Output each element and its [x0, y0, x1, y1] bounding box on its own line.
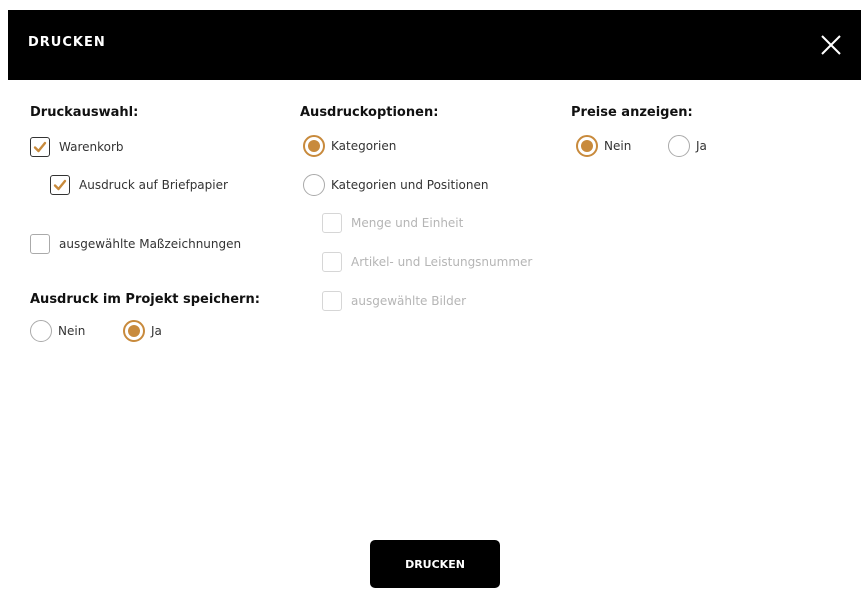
masszeichnungen-checkbox[interactable] [30, 234, 50, 254]
preise-ja-label: Ja [696, 139, 707, 153]
projekt-ja-radio[interactable] [123, 320, 145, 342]
kategorien-radio[interactable] [303, 135, 325, 157]
briefpapier-checkbox[interactable] [50, 175, 70, 195]
bilder-checkbox [322, 291, 342, 311]
preise-ja-option[interactable]: Ja [668, 135, 707, 157]
menge-einheit-option: Menge und Einheit [322, 213, 463, 233]
artikel-nummer-label: Artikel- und Leistungsnummer [351, 255, 533, 269]
druckauswahl-section: Druckauswahl: [30, 105, 138, 120]
warenkorb-checkbox[interactable] [30, 137, 50, 157]
kategorien-positionen-label: Kategorien und Positionen [331, 178, 489, 192]
projekt-ja-label: Ja [151, 324, 162, 338]
kategorien-positionen-option[interactable]: Kategorien und Positionen [303, 174, 488, 196]
check-icon [53, 179, 67, 191]
kategorien-positionen-radio[interactable] [303, 174, 325, 196]
dialog-header: DRUCKEN [8, 10, 861, 80]
menge-einheit-label: Menge und Einheit [351, 216, 464, 230]
warenkorb-label: Warenkorb [59, 140, 124, 154]
bilder-option: ausgewählte Bilder [322, 291, 466, 311]
preise-ja-radio[interactable] [668, 135, 690, 157]
close-icon[interactable] [821, 35, 841, 55]
ausdruckoptionen-title: Ausdruckoptionen: [300, 105, 439, 120]
artikel-nummer-option: Artikel- und Leistungsnummer [322, 252, 532, 272]
druckauswahl-title: Druckauswahl: [30, 105, 139, 120]
projekt-nein-radio[interactable] [30, 320, 52, 342]
preise-anzeigen-title: Preise anzeigen: [571, 105, 693, 120]
preise-nein-option[interactable]: Nein [576, 135, 631, 157]
preise-nein-label: Nein [604, 139, 632, 153]
artikel-nummer-checkbox [322, 252, 342, 272]
projekt-ja-option[interactable]: Ja [123, 320, 162, 342]
masszeichnungen-label: ausgewählte Maßzeichnungen [59, 237, 242, 251]
briefpapier-label: Ausdruck auf Briefpapier [79, 178, 228, 192]
projekt-nein-option[interactable]: Nein [30, 320, 85, 342]
radio-dot [128, 325, 140, 337]
warenkorb-option[interactable]: Warenkorb [30, 137, 124, 157]
preise-nein-radio[interactable] [576, 135, 598, 157]
masszeichnungen-option[interactable]: ausgewählte Maßzeichnungen [30, 234, 241, 254]
kategorien-label: Kategorien [331, 139, 397, 153]
radio-dot [581, 140, 593, 152]
menge-einheit-checkbox [322, 213, 342, 233]
projekt-speichern-title: Ausdruck im Projekt speichern: [30, 292, 260, 307]
projekt-nein-label: Nein [58, 324, 86, 338]
dialog-title: DRUCKEN [28, 35, 106, 50]
bilder-label: ausgewählte Bilder [351, 294, 467, 308]
briefpapier-option[interactable]: Ausdruck auf Briefpapier [50, 175, 228, 195]
print-button[interactable]: DRUCKEN [370, 540, 500, 588]
check-icon [33, 141, 47, 153]
radio-dot [308, 140, 320, 152]
kategorien-option[interactable]: Kategorien [303, 135, 396, 157]
